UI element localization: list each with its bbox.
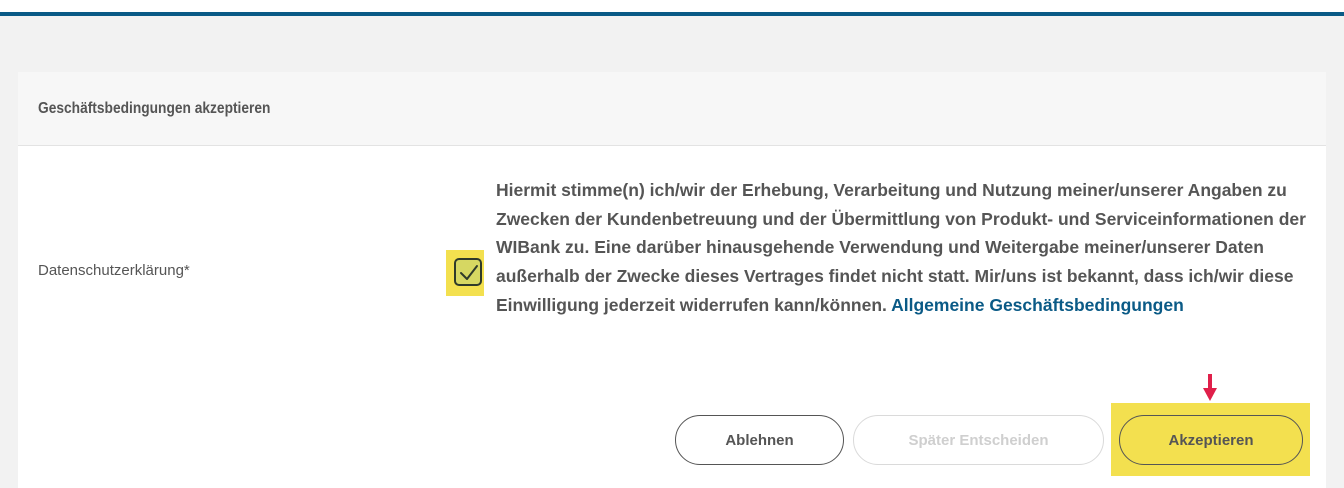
- card-title: Geschäftsbedingungen akzeptieren: [38, 100, 271, 117]
- accept-button[interactable]: Akzeptieren: [1119, 415, 1303, 465]
- privacy-consent-checkbox[interactable]: [454, 258, 482, 286]
- terms-link[interactable]: Allgemeine Geschäftsbedingungen: [891, 295, 1184, 315]
- terms-card: Geschäftsbedingungen akzeptieren Datensc…: [18, 72, 1326, 488]
- check-icon: [460, 265, 478, 280]
- down-arrow-icon: [1203, 374, 1217, 401]
- top-accent-bar: [0, 0, 1344, 16]
- consent-text: Hiermit stimme(n) ich/wir der Erhebung, …: [496, 176, 1316, 320]
- card-header: Geschäftsbedingungen akzeptieren: [18, 72, 1326, 146]
- privacy-field-label: Datenschutzerklärung*: [38, 262, 190, 279]
- decide-later-button[interactable]: Später Entscheiden: [853, 415, 1104, 465]
- reject-button[interactable]: Ablehnen: [675, 415, 844, 465]
